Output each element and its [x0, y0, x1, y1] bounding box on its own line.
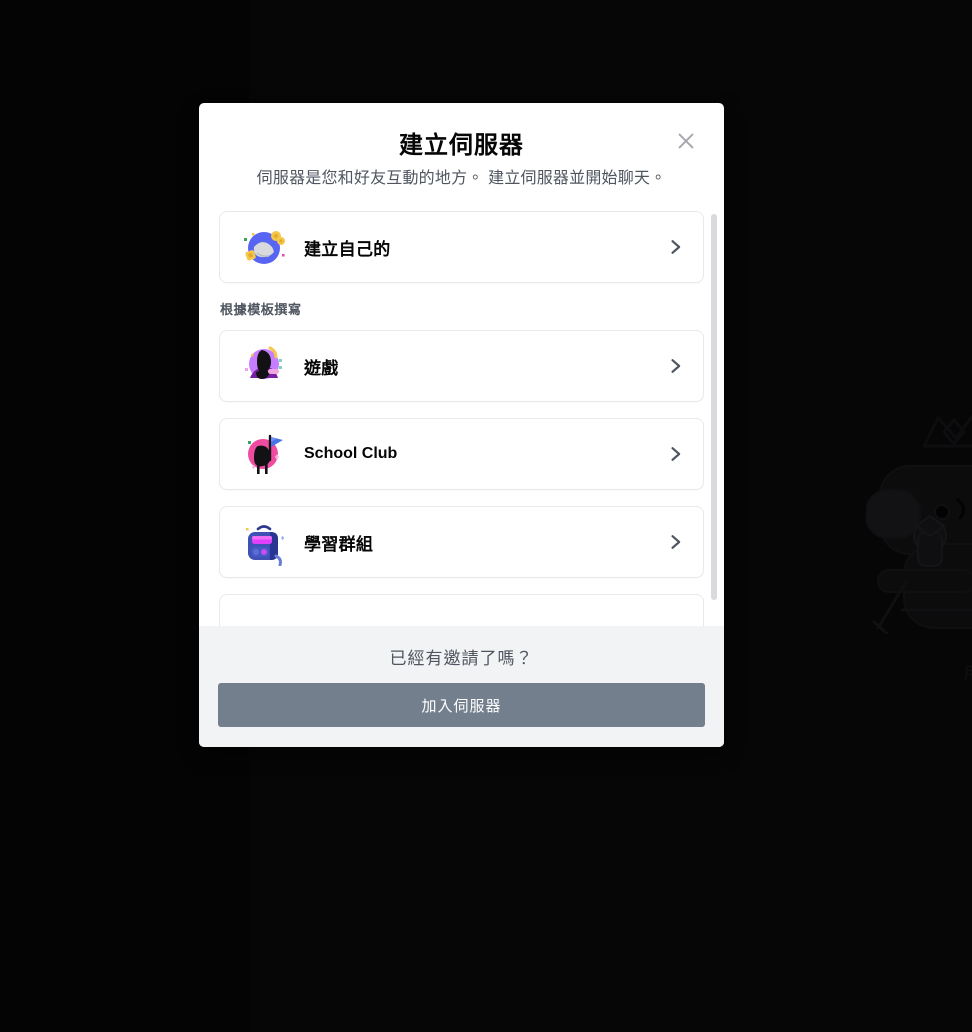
option-label: 遊戲 [304, 358, 339, 378]
globe-planet-icon [240, 223, 288, 271]
modal-subtitle: 伺服器是您和好友互動的地方。 建立伺服器並開始聊天。 [256, 170, 667, 187]
chevron-right-icon [665, 356, 685, 376]
invite-prompt-text: 已經有邀請了嗎？ [389, 649, 534, 668]
option-label: 學習群組 [304, 534, 374, 554]
template-option-partial[interactable] [219, 594, 704, 626]
backpack-icon [240, 518, 288, 566]
close-icon[interactable] [668, 123, 704, 159]
school-club-flag-icon [240, 430, 288, 478]
chevron-right-icon [665, 444, 685, 464]
modal-scroll-body[interactable]: 建立自己的 根據模板撰寫 遊戲 School Club 學習群組 [199, 211, 724, 626]
join-server-button[interactable]: 加入伺服器 [218, 683, 705, 727]
template-option-gaming[interactable]: 遊戲 [219, 330, 704, 402]
modal-title: 建立伺服器 [399, 132, 524, 159]
create-server-modal: 建立伺服器 伺服器是您和好友互動的地方。 建立伺服器並開始聊天。 建立自己的 根… [199, 103, 724, 747]
templates-section-heading: 根據模板撰寫 [220, 302, 302, 317]
template-option-school-club[interactable]: School Club [219, 418, 704, 490]
modal-scrollbar[interactable] [710, 211, 718, 626]
template-option-study-group[interactable]: 學習群組 [219, 506, 704, 578]
option-label: 建立自己的 [304, 239, 391, 259]
chevron-right-icon [665, 532, 685, 552]
create-my-own-option[interactable]: 建立自己的 [219, 211, 704, 283]
modal-scrollbar-thumb[interactable] [711, 214, 717, 600]
modal-footer: 已經有邀請了嗎？ 加入伺服器 [199, 626, 724, 747]
modal-header: 建立伺服器 伺服器是您和好友互動的地方。 建立伺服器並開始聊天。 [199, 103, 724, 189]
gaming-avatar-icon [240, 342, 288, 390]
chevron-right-icon [665, 237, 685, 257]
option-label: School Club [304, 445, 398, 462]
